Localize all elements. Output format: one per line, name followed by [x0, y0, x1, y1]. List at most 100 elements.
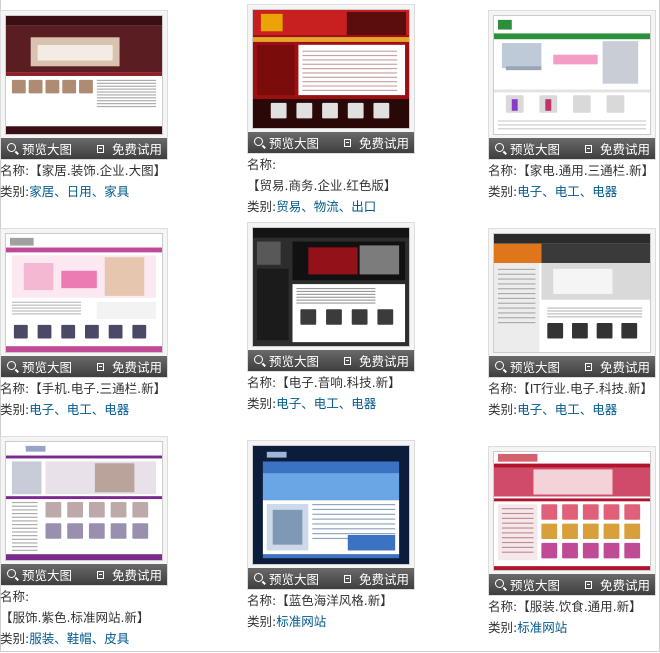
free-trial-button[interactable]: 免费试用: [338, 350, 409, 371]
free-trial-label: 免费试用: [600, 360, 651, 375]
template-thumbnail[interactable]: [5, 15, 163, 135]
magnifier-icon: [495, 579, 504, 588]
free-trial-label: 免费试用: [359, 354, 410, 369]
preview-label: 预览大图: [22, 568, 73, 583]
category-link[interactable]: 标准网站: [276, 614, 326, 629]
category-link[interactable]: 电子: [517, 184, 542, 199]
preview-button[interactable]: 预览大图: [248, 350, 338, 371]
category-separator: 、: [579, 184, 593, 199]
free-trial-button[interactable]: 免费试用: [579, 574, 650, 595]
category-separator: 、: [91, 631, 105, 646]
template-info: 名称:【IT行业.电子.科技.新】 类别:电子、电工、电器: [488, 378, 660, 420]
magnifier-icon: [495, 361, 504, 370]
free-trial-button[interactable]: 免费试用: [91, 564, 162, 585]
template-name-line: 名称:【家电.通用.三通栏.新】: [488, 160, 660, 181]
magnifier-icon: [254, 355, 263, 364]
category-link[interactable]: 日用: [67, 184, 92, 199]
template-name-line: 名称:【蓝色海洋风格.新】: [247, 590, 422, 611]
free-trial-button[interactable]: 免费试用: [91, 138, 162, 159]
template-thumbnail[interactable]: [252, 227, 410, 347]
category-link[interactable]: 贸易: [276, 199, 301, 214]
free-trial-button[interactable]: 免费试用: [338, 568, 409, 589]
thumbnail-art: [494, 16, 650, 134]
thumbnail-art: [6, 442, 162, 560]
free-trial-button[interactable]: 免费试用: [338, 132, 409, 153]
category-link[interactable]: 电器: [592, 402, 617, 417]
preview-button[interactable]: 预览大图: [1, 564, 91, 585]
action-bar: 预览大图 免费试用: [1, 138, 167, 159]
template-name: 【服装.饮食.通用.新】: [517, 599, 642, 614]
thumbnail-frame: 预览大图 免费试用: [0, 436, 168, 586]
preview-button[interactable]: 预览大图: [489, 138, 579, 159]
thumbnail-frame: 预览大图 免费试用: [488, 446, 656, 596]
template-thumbnail[interactable]: [493, 233, 651, 353]
category-prefix: 类别:: [247, 396, 277, 411]
category-links: 电子、电工、电器: [29, 402, 129, 417]
category-links: 电子、电工、电器: [517, 184, 617, 199]
preview-button[interactable]: 预览大图: [248, 568, 338, 589]
category-link[interactable]: 电子: [29, 402, 54, 417]
name-prefix: 名称:: [488, 163, 518, 178]
free-trial-button[interactable]: 免费试用: [579, 356, 650, 377]
category-link[interactable]: 标准网站: [517, 620, 567, 635]
category-link[interactable]: 物流: [314, 199, 339, 214]
document-icon: [585, 362, 592, 371]
category-link[interactable]: 电器: [592, 184, 617, 199]
preview-button[interactable]: 预览大图: [248, 132, 338, 153]
free-trial-button[interactable]: 免费试用: [579, 138, 650, 159]
free-trial-label: 免费试用: [112, 568, 163, 583]
category-prefix: 类别:: [488, 620, 518, 635]
category-link[interactable]: 电工: [67, 402, 92, 417]
template-info: 名称:【服饰.紫色.标准网站.新】 类别:服装、鞋帽、皮具: [0, 586, 175, 649]
category-link[interactable]: 电工: [555, 402, 580, 417]
template-thumbnail[interactable]: [252, 445, 410, 565]
category-prefix: 类别:: [0, 631, 30, 646]
template-name-line: 名称: 【贸易.商务.企业.红色版】: [247, 154, 422, 196]
preview-button[interactable]: 预览大图: [1, 138, 91, 159]
category-links: 标准网站: [276, 614, 326, 629]
template-name: 【电子.音响.科技.新】: [276, 375, 401, 390]
category-link[interactable]: 电子: [276, 396, 301, 411]
category-link[interactable]: 皮具: [104, 631, 129, 646]
category-link[interactable]: 家具: [104, 184, 129, 199]
preview-button[interactable]: 预览大图: [489, 574, 579, 595]
thumbnail-frame: 预览大图 免费试用: [0, 228, 168, 378]
template-thumbnail[interactable]: [493, 451, 651, 571]
template-category-line: 类别:家居、日用、家具: [0, 181, 175, 202]
category-links: 标准网站: [517, 620, 567, 635]
category-link[interactable]: 电工: [314, 396, 339, 411]
preview-label: 预览大图: [22, 142, 73, 157]
category-link[interactable]: 家居: [29, 184, 54, 199]
template-thumbnail[interactable]: [5, 441, 163, 561]
preview-button[interactable]: 预览大图: [1, 356, 91, 377]
template-thumbnail[interactable]: [252, 9, 410, 129]
name-prefix: 名称:: [247, 593, 277, 608]
category-links: 服装、鞋帽、皮具: [29, 631, 129, 646]
category-separator: 、: [301, 396, 314, 411]
free-trial-button[interactable]: 免费试用: [91, 356, 162, 377]
thumbnail-frame: 预览大图 免费试用: [247, 222, 415, 372]
category-link[interactable]: 出口: [351, 199, 376, 214]
template-card: 预览大图 免费试用 名称:【贸易.商务.企业.红色版】 类别:贸易、物流、出口: [247, 4, 417, 217]
template-name-line: 名称:【手机.电子.三通栏.新】: [0, 378, 175, 399]
category-link[interactable]: 电工: [555, 184, 580, 199]
category-separator: 、: [301, 199, 314, 214]
template-name: 【家电.通用.三通栏.新】: [517, 163, 655, 178]
category-links: 家居、日用、家具: [29, 184, 129, 199]
category-link[interactable]: 电子: [517, 402, 542, 417]
free-trial-label: 免费试用: [112, 142, 163, 157]
template-thumbnail[interactable]: [493, 15, 651, 135]
thumbnail-art: [494, 234, 650, 352]
category-link[interactable]: 服装: [29, 631, 54, 646]
thumbnail-frame: 预览大图 免费试用: [0, 10, 168, 160]
category-separator: 、: [54, 184, 67, 199]
template-thumbnail[interactable]: [5, 233, 163, 353]
category-separator: 、: [579, 402, 593, 417]
preview-button[interactable]: 预览大图: [489, 356, 579, 377]
category-separator: 、: [91, 184, 105, 199]
category-link[interactable]: 电器: [104, 402, 129, 417]
category-link[interactable]: 鞋帽: [67, 631, 92, 646]
thumbnail-frame: 预览大图 免费试用: [488, 10, 656, 160]
category-link[interactable]: 电器: [351, 396, 376, 411]
preview-label: 预览大图: [510, 578, 561, 593]
